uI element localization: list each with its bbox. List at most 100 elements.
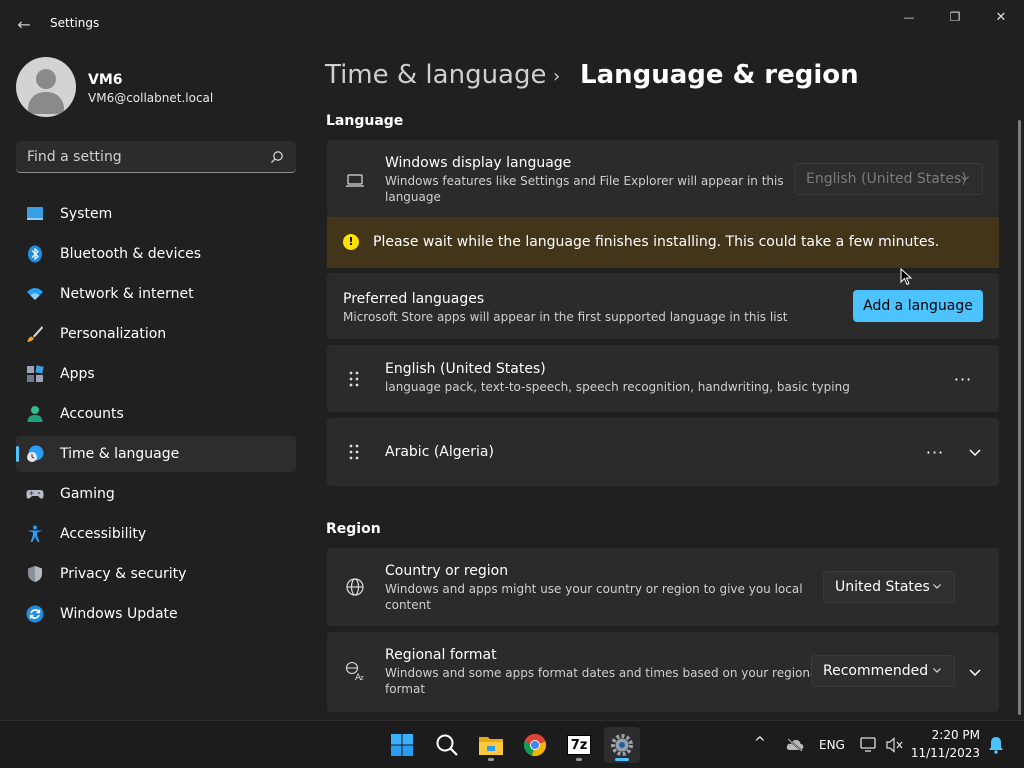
apps-icon: [27, 365, 44, 382]
gamepad-icon: [26, 490, 44, 499]
expand-chevron-icon[interactable]: [968, 665, 982, 679]
sidebar-item-windows-update[interactable]: Windows Update: [16, 596, 296, 632]
warning-icon: !: [343, 234, 359, 250]
show-hidden-icons-button[interactable]: ^: [754, 735, 766, 751]
preferred-languages-desc: Microsoft Store apps will appear in the …: [343, 310, 788, 324]
scrollbar[interactable]: [1018, 120, 1021, 715]
chevron-up-icon: ^: [754, 735, 766, 751]
display-language-desc-line2: language: [385, 190, 441, 204]
country-region-title: Country or region: [385, 563, 509, 579]
country-region-desc-line2: content: [385, 598, 431, 612]
regional-format-icon: A z: [345, 661, 364, 681]
wifi-icon: [27, 288, 43, 300]
search-input[interactable]: Find a setting: [16, 141, 296, 173]
language-item-english: English (United States) language pack, t…: [327, 345, 999, 412]
taskbar-start-button[interactable]: [384, 727, 420, 763]
warning-text: Please wait while the language finishes …: [373, 234, 940, 250]
sidebar-item-time-language[interactable]: Time & language: [16, 436, 296, 472]
language-name: Arabic (Algeria): [385, 444, 494, 460]
taskbar-chrome[interactable]: [517, 727, 553, 763]
clock-time[interactable]: 2:20 PM: [916, 728, 980, 742]
language-name: English (United States): [385, 361, 546, 377]
regional-format-desc-line2: format: [385, 682, 426, 696]
sidebar-item-personalization[interactable]: Personalization: [16, 316, 296, 352]
taskbar-file-explorer[interactable]: [473, 727, 509, 763]
taskbar: 7z ^ ENG 2:20 PM 11/11/2023: [0, 720, 1024, 768]
more-icon: ···: [925, 442, 945, 462]
running-indicator: [488, 758, 494, 761]
clock-date[interactable]: 11/11/2023: [906, 746, 980, 760]
regional-format-value: Recommended: [823, 663, 929, 679]
search-placeholder: Find a setting: [27, 149, 122, 165]
country-region-card: Country or region Windows and apps might…: [327, 548, 999, 626]
sidebar-item-label: Time & language: [60, 446, 180, 462]
sidebar-item-accessibility[interactable]: Accessibility: [16, 516, 296, 552]
sidebar-item-gaming[interactable]: Gaming: [16, 476, 296, 512]
globe-icon: [346, 578, 364, 596]
language-features: language pack, text-to-speech, speech re…: [385, 380, 850, 394]
more-options-button[interactable]: ···: [948, 364, 978, 394]
country-region-dropdown[interactable]: United States: [823, 571, 955, 603]
page-title: Language & region: [580, 60, 859, 90]
regional-format-desc-line1: Windows and some apps format dates and t…: [385, 666, 821, 680]
minimize-button[interactable]: —: [886, 6, 932, 28]
sidebar-item-network[interactable]: Network & internet: [16, 276, 296, 312]
breadcrumb-parent[interactable]: Time & language: [325, 60, 546, 90]
user-name: VM6: [88, 72, 123, 88]
sidebar-item-label: System: [60, 206, 113, 222]
regional-format-desc: Windows and some apps format dates and t…: [385, 665, 821, 697]
regional-format-card: A z Regional format Windows and some app…: [327, 632, 999, 712]
display-language-dropdown[interactable]: English (United States): [794, 163, 983, 195]
update-icon: [26, 605, 44, 623]
taskbar-settings[interactable]: [604, 727, 640, 763]
restore-icon: ❐: [949, 10, 961, 24]
volume-muted-icon[interactable]: [886, 737, 904, 753]
sidebar-item-label: Personalization: [60, 326, 167, 342]
sidebar-item-bluetooth[interactable]: Bluetooth & devices: [16, 236, 296, 272]
avatar[interactable]: [16, 57, 76, 117]
drag-handle-icon[interactable]: [349, 371, 359, 387]
display-language-desc-line1: Windows features like Settings and File …: [385, 174, 784, 188]
add-language-button[interactable]: Add a language: [853, 290, 983, 322]
maximize-button[interactable]: ❐: [932, 6, 978, 28]
input-language-indicator[interactable]: ENG: [819, 738, 845, 752]
display-language-desc: Windows features like Settings and File …: [385, 173, 784, 205]
sidebar-item-accounts[interactable]: Accounts: [16, 396, 296, 432]
expand-chevron-icon[interactable]: [968, 445, 982, 459]
display-language-value: English (United States): [806, 171, 967, 187]
taskbar-search-button[interactable]: [429, 727, 465, 763]
clock-globe-icon: [27, 445, 44, 462]
title-bar: ← Settings — ❐ ✕: [0, 0, 1024, 48]
drag-handle-icon[interactable]: [349, 444, 359, 460]
network-icon[interactable]: [860, 737, 878, 753]
close-button[interactable]: ✕: [978, 6, 1024, 28]
taskbar-7zip[interactable]: 7z: [561, 727, 597, 763]
close-icon: ✕: [995, 9, 1007, 25]
mouse-cursor-icon: [900, 268, 912, 286]
notification-bell-icon[interactable]: [988, 736, 1004, 754]
system-icon: [27, 207, 43, 220]
onedrive-offline-icon[interactable]: [786, 738, 804, 752]
regional-format-dropdown[interactable]: Recommended: [811, 655, 955, 687]
preferred-languages-title: Preferred languages: [343, 291, 485, 307]
accessibility-icon: [27, 525, 43, 542]
country-region-desc: Windows and apps might use your country …: [385, 581, 803, 613]
avatar-head: [36, 69, 56, 89]
regional-format-title: Regional format: [385, 647, 497, 663]
sidebar-item-system[interactable]: System: [16, 196, 296, 232]
sidebar-item-apps[interactable]: Apps: [16, 356, 296, 392]
back-button[interactable]: ←: [10, 12, 38, 36]
avatar-body: [28, 92, 64, 114]
more-options-button[interactable]: ···: [920, 437, 950, 467]
laptop-icon: [346, 174, 364, 187]
search-icon: [436, 734, 458, 756]
bluetooth-icon: [28, 245, 42, 263]
sidebar-item-privacy[interactable]: Privacy & security: [16, 556, 296, 592]
sidebar-item-label: Accounts: [60, 406, 124, 422]
display-language-title: Windows display language: [385, 155, 572, 171]
minimize-icon: —: [903, 10, 915, 24]
language-item-arabic: Arabic (Algeria) ···: [327, 418, 999, 486]
section-title-region: Region: [326, 521, 381, 537]
chevron-down-icon: [961, 176, 969, 181]
active-indicator: [16, 446, 19, 462]
